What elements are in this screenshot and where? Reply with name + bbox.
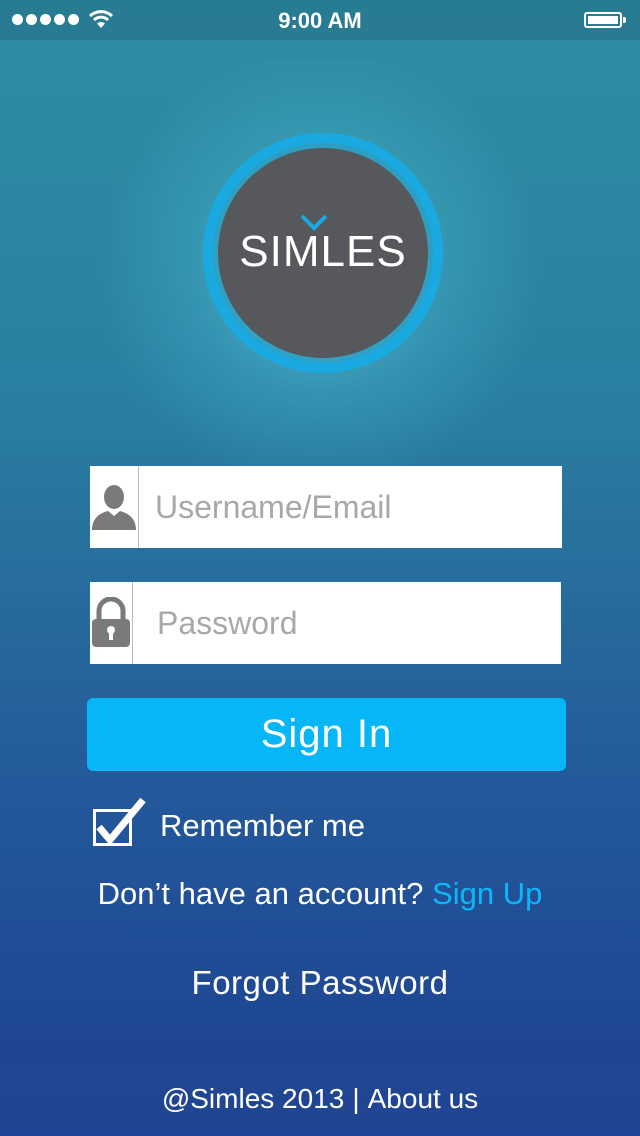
- lock-icon: [92, 597, 130, 647]
- user-icon: [92, 485, 136, 530]
- sign-up-link[interactable]: Sign Up: [432, 876, 542, 911]
- password-input[interactable]: [133, 582, 587, 664]
- username-icon-cell: [90, 466, 139, 548]
- signup-prompt-text: Don’t have an account?: [97, 876, 424, 911]
- app-logo: SIMLES: [203, 133, 443, 373]
- copyright-text: @Simles 2013: [161, 1083, 345, 1114]
- password-icon-cell: [90, 582, 133, 664]
- password-field: [90, 582, 587, 664]
- battery-icon: [584, 12, 626, 28]
- footer-separator: |: [352, 1083, 360, 1114]
- remember-me-checkbox[interactable]: [93, 797, 153, 847]
- about-us-link[interactable]: About us: [368, 1083, 479, 1115]
- username-field: [90, 466, 585, 548]
- sign-in-button[interactable]: Sign In: [87, 698, 566, 771]
- forgot-password-link[interactable]: Forgot Password: [0, 964, 640, 1002]
- remember-me-label[interactable]: Remember me: [160, 808, 365, 844]
- status-time: 9:00 AM: [278, 8, 362, 33]
- username-input[interactable]: [139, 466, 585, 548]
- signup-prompt: Don’t have an account? Sign Up: [0, 876, 640, 912]
- footer: @Simles 2013 | About us: [0, 1062, 640, 1136]
- status-bar: 9:00 AM: [0, 0, 640, 40]
- logo-text: SIMLES: [239, 227, 406, 276]
